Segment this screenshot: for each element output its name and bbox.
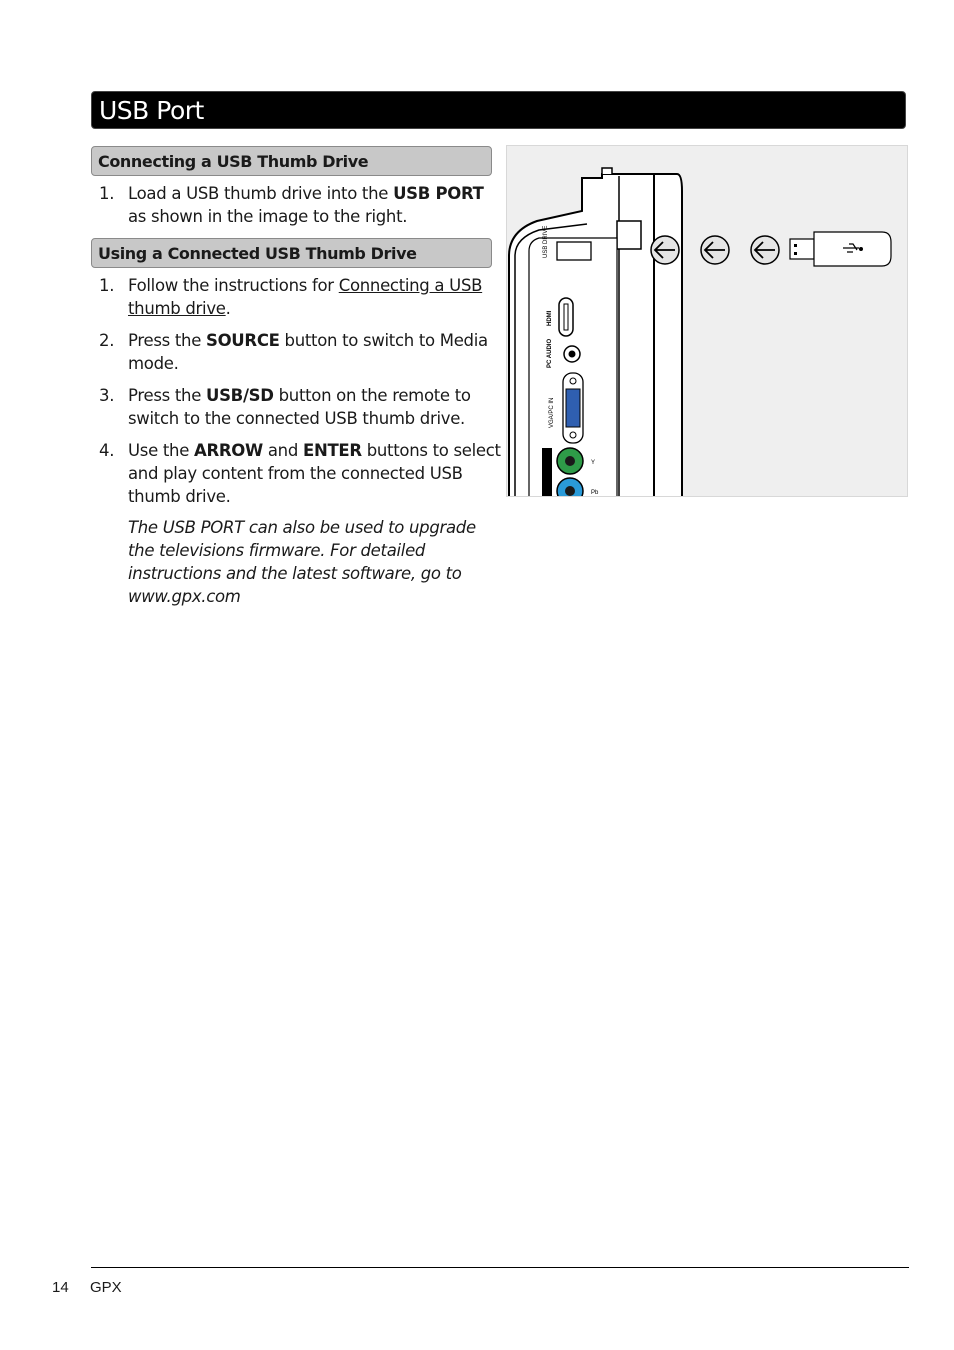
step-text: Press the (128, 331, 206, 350)
list-item: 1. Follow the instructions for Connectin… (91, 274, 501, 320)
usb-port-icon (556, 241, 592, 261)
insert-arrow-icon (650, 235, 680, 265)
step-text: as shown in the image to the right. (128, 207, 408, 226)
pb-label: Pb (591, 490, 599, 496)
step-bold: USB/SD (206, 386, 274, 405)
step-text: and (262, 441, 303, 460)
pc-audio-label: PC AUDIO (547, 339, 553, 368)
usb-port-illustration: USB DRIVE HDMI PC AUDIO VGA/PC IN Y Pb (506, 145, 908, 497)
step-text: Follow the instructions for (128, 276, 339, 295)
connecting-steps-list: 1. Load a USB thumb drive into the USB P… (91, 182, 501, 237)
section-heading-using: Using a Connected USB Thumb Drive (91, 238, 492, 268)
vga-label: VGA/PC IN (549, 398, 555, 428)
step-number: 1. (99, 184, 115, 203)
section-heading-text: Connecting a USB Thumb Drive (98, 152, 369, 171)
step-bold: SOURCE (206, 331, 280, 350)
step-number: 4. (99, 441, 115, 460)
step-number: 3. (99, 386, 115, 405)
tv-side-panel-diagram: USB DRIVE HDMI PC AUDIO VGA/PC IN Y Pb (508, 167, 892, 496)
insert-arrow-icon (700, 235, 730, 265)
page-number: 14 (52, 1279, 69, 1296)
page-title: USB Port (99, 96, 204, 125)
page-title-bar: USB Port (91, 91, 906, 129)
step-text: Use the (128, 441, 194, 460)
section-heading-connecting: Connecting a USB Thumb Drive (91, 146, 492, 176)
step-text: Press the (128, 386, 206, 405)
footer-brand: GPX (90, 1279, 122, 1296)
step-number: 1. (99, 276, 115, 295)
insert-arrow-icon (750, 235, 780, 265)
step-text: . (225, 299, 231, 318)
list-item: 1. Load a USB thumb drive into the USB P… (91, 182, 501, 228)
section-heading-text: Using a Connected USB Thumb Drive (98, 244, 417, 263)
hdmi-label: HDMI (547, 310, 553, 326)
step-bold: ARROW (194, 441, 263, 460)
list-item: 3. Press the USB/SD button on the remote… (91, 384, 501, 430)
usb-thumb-drive-icon (789, 231, 892, 267)
step-number: 2. (99, 331, 115, 350)
list-item: 2. Press the SOURCE button to switch to … (91, 329, 501, 375)
step-text: Load a USB thumb drive into the (128, 184, 394, 203)
firmware-note: The USB PORT can also be used to upgrade… (128, 518, 476, 606)
step-bold: ENTER (302, 441, 362, 460)
using-steps-list: 1. Follow the instructions for Connectin… (91, 274, 501, 608)
y-label: Y (591, 460, 595, 466)
usb-drive-label: USB DRIVE (543, 226, 549, 258)
footer-divider (91, 1267, 909, 1268)
list-item: 4. Use the ARROW and ENTER buttons to se… (91, 439, 501, 508)
step-bold: USB PORT (393, 184, 484, 203)
